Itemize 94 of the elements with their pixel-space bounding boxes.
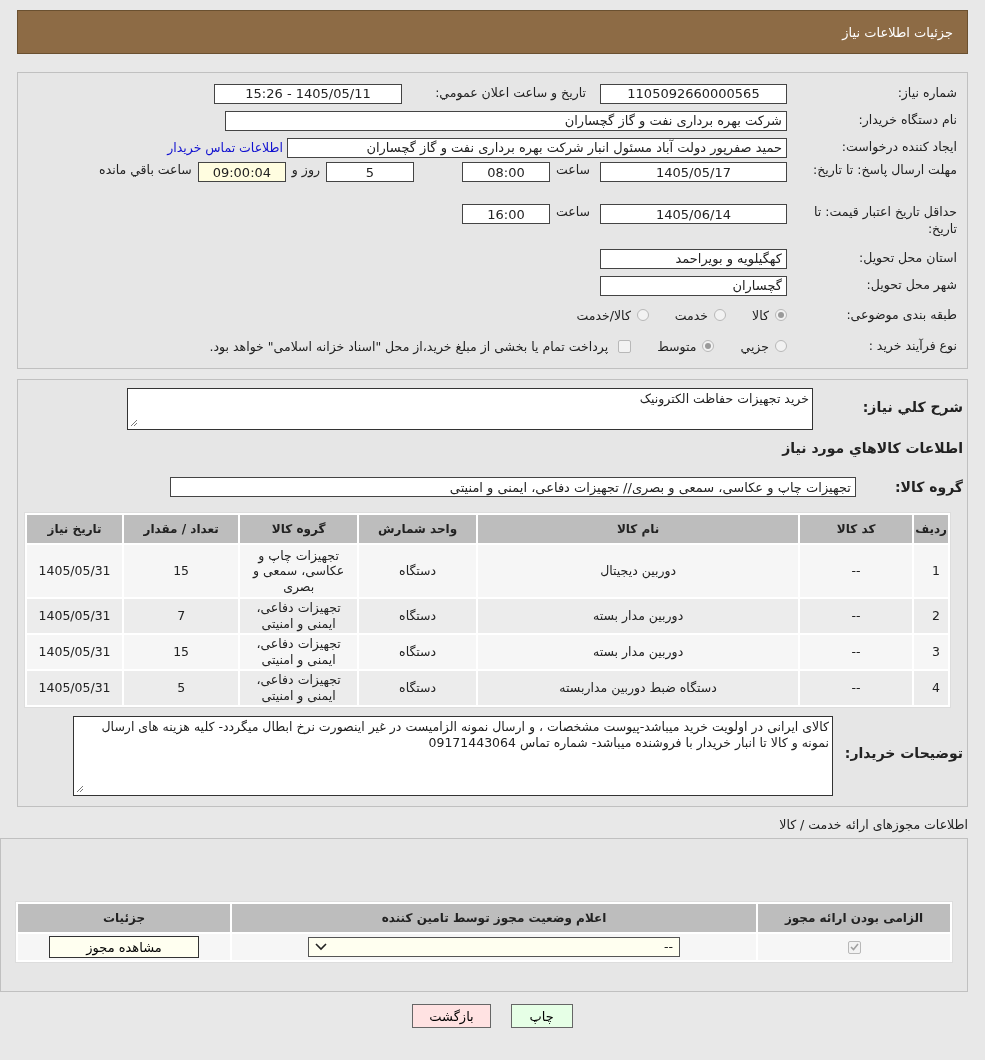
table-cell: 1405/05/31: [27, 635, 123, 669]
announce-date-field: 1405/05/11 - 15:26: [214, 83, 402, 104]
table-cell: دوربین مدار بسته: [478, 599, 799, 633]
buyer-field: شرکت بهره برداری نفت و گاز گچساران: [225, 110, 787, 131]
radio-button[interactable]: [775, 309, 787, 321]
chevron-down-icon: [315, 943, 327, 951]
table-cell: 15: [124, 545, 239, 597]
field-label: استان محل تحویل:: [857, 250, 957, 267]
table-cell: 1405/05/31: [27, 545, 123, 597]
radio-label: کالا/خدمت: [576, 307, 631, 323]
field-label: ایجاد کننده درخواست:: [840, 139, 957, 156]
column-header: جزئیات: [18, 904, 230, 932]
table-cell: دستگاه: [359, 671, 477, 705]
view-permit-button[interactable]: مشاهده مجوز: [49, 936, 199, 958]
days-field: 5: [326, 162, 414, 182]
table-cell: دستگاه ضبط دوربین مداربسته: [478, 671, 799, 705]
table-cell: --: [800, 671, 913, 705]
resize-grip-icon: [76, 785, 84, 793]
buyer-notes-text-area: کالای ایرانی در اولویت خرید میباشد-پیوست مشخصات ، و ارسال نمونه الزامیست در غیر اینصورت نرخ ابطال میگردد- کلیه هزینه های ارسال نمونه و کالا تا انبار خریدار با فروشنده میباشد- شماره تماس 09171443064: [73, 716, 833, 796]
field-label: شرح کلي نیاز:: [861, 398, 963, 417]
checkbox-label: پرداخت تمام یا بخشی از مبلغ خرید،از محل "اسناد خزانه اسلامی" خواهد بود.: [209, 338, 609, 354]
field-label: شهر محل تحویل:: [865, 277, 957, 294]
radio-button[interactable]: [714, 309, 727, 321]
table-cell: 5: [124, 671, 239, 705]
field-label: نوع فرآیند خرید :: [867, 337, 957, 355]
table-cell: 7: [124, 599, 239, 633]
table-cell: دوربین دیجیتال: [478, 545, 799, 597]
radio-button[interactable]: [636, 309, 649, 321]
remaining-label: ساعت باقي مانده: [99, 162, 192, 177]
status-dropdown[interactable]: --: [308, 937, 680, 957]
buyer-contact-link[interactable]: اطلاعات تماس خریدار: [167, 140, 283, 155]
table-cell: 4: [914, 671, 948, 705]
table-cell: تجهیزات چاپ و عکاسی، سمعی و بصری: [240, 545, 358, 597]
section-heading: اطلاعات مجوزهای ارائه خدمت / کالا: [778, 817, 968, 832]
validity-time-field: 16:00: [462, 204, 550, 224]
time-label: ساعت: [556, 204, 590, 219]
table-cell: تجهیزات دفاعی، ایمنی و امنیتی: [240, 671, 358, 705]
field-label: نام دستگاه خریدار:: [857, 112, 957, 129]
field-label: توضیحات خریدار:: [843, 744, 963, 763]
radio-label: متوسط: [657, 338, 697, 354]
column-header: واحد شمارش: [359, 515, 477, 543]
column-header: اعلام وضعیت مجوز توسط تامین کننده: [232, 904, 756, 932]
resize-grip-icon: [130, 419, 138, 427]
column-header: نام کالا: [478, 515, 799, 543]
column-header: کد کالا: [800, 515, 913, 543]
radio-label: خدمت: [674, 307, 709, 323]
radio-label: جزیي: [740, 338, 769, 354]
table-cell: 2: [914, 599, 948, 633]
checkbox[interactable]: [847, 940, 861, 954]
column-header: ردیف: [914, 515, 948, 543]
field-label: حداقل تاریخ اعتبار قیمت: تا تاریخ:: [812, 204, 957, 238]
table-cell: تجهیزات دفاعی، ایمنی و امنیتی: [240, 599, 358, 633]
deadline-time-field: 08:00: [462, 162, 550, 182]
table-cell: 3: [914, 635, 948, 669]
time-label: ساعت: [556, 162, 590, 177]
table-cell: 15: [124, 635, 239, 669]
table-cell: 1405/05/31: [27, 599, 123, 633]
table-cell: 1: [914, 545, 948, 597]
column-header: تاریخ نیاز: [27, 515, 123, 543]
column-header: الزامی بودن ارائه مجوز: [758, 904, 950, 932]
city-field: گچساران: [600, 275, 787, 296]
field-label: مهلت ارسال پاسخ: تا تاریخ:: [811, 162, 957, 179]
goods-group-field: تجهیزات چاپ و عکاسی، سمعی و بصری// تجهیزات دفاعی، ایمنی و امنیتی: [170, 477, 856, 497]
print-button[interactable]: چاپ: [510, 1004, 573, 1028]
table-cell: --: [800, 599, 913, 633]
field-label: شماره نیاز:: [896, 85, 957, 102]
validity-date-field: 1405/06/14: [600, 204, 787, 224]
table-cell: دستگاه: [359, 635, 477, 669]
page-title: جزئیات اطلاعات نیاز: [842, 24, 953, 40]
checkbox[interactable]: [618, 339, 632, 353]
table-cell: تجهیزات دفاعی، ایمنی و امنیتی: [240, 635, 358, 669]
remaining-time-field: 09:00:04: [197, 162, 286, 182]
radio-button[interactable]: [702, 340, 715, 352]
field-label: گروه کالا:: [893, 477, 963, 497]
table-cell: دستگاه: [359, 545, 477, 597]
table-cell: --: [800, 635, 913, 669]
back-button[interactable]: بازگشت: [412, 1004, 491, 1028]
column-header: تعداد / مقدار: [124, 515, 239, 543]
field-label: تاریخ و ساعت اعلان عمومي:: [434, 85, 587, 102]
table-cell: دستگاه: [359, 599, 477, 633]
province-field: کهگیلویه و بویراحمد: [600, 248, 787, 269]
requester-field: حمید صفرپور دولت آباد مسئول انبار شرکت بهره برداری نفت و گاز گچساران: [287, 137, 787, 158]
description-text-area: خرید تجهیزات حفاظت الکترونیک: [127, 388, 813, 430]
table-cell: 1405/05/31: [27, 671, 123, 705]
table-cell: دوربین مدار بسته: [478, 635, 799, 669]
section-heading: اطلاعات کالاهاي مورد نياز: [780, 440, 963, 456]
field-label: طبقه بندی موضوعی:: [845, 306, 957, 324]
deadline-date-field: 1405/05/17: [600, 162, 787, 182]
radio-label: کالا: [752, 307, 769, 323]
table-cell: --: [800, 545, 913, 597]
radio-button[interactable]: [775, 340, 787, 352]
days-label: روز و: [291, 162, 320, 177]
column-header: گروه کالا: [240, 515, 358, 543]
need-number-field: 1105092660000565: [600, 83, 787, 104]
